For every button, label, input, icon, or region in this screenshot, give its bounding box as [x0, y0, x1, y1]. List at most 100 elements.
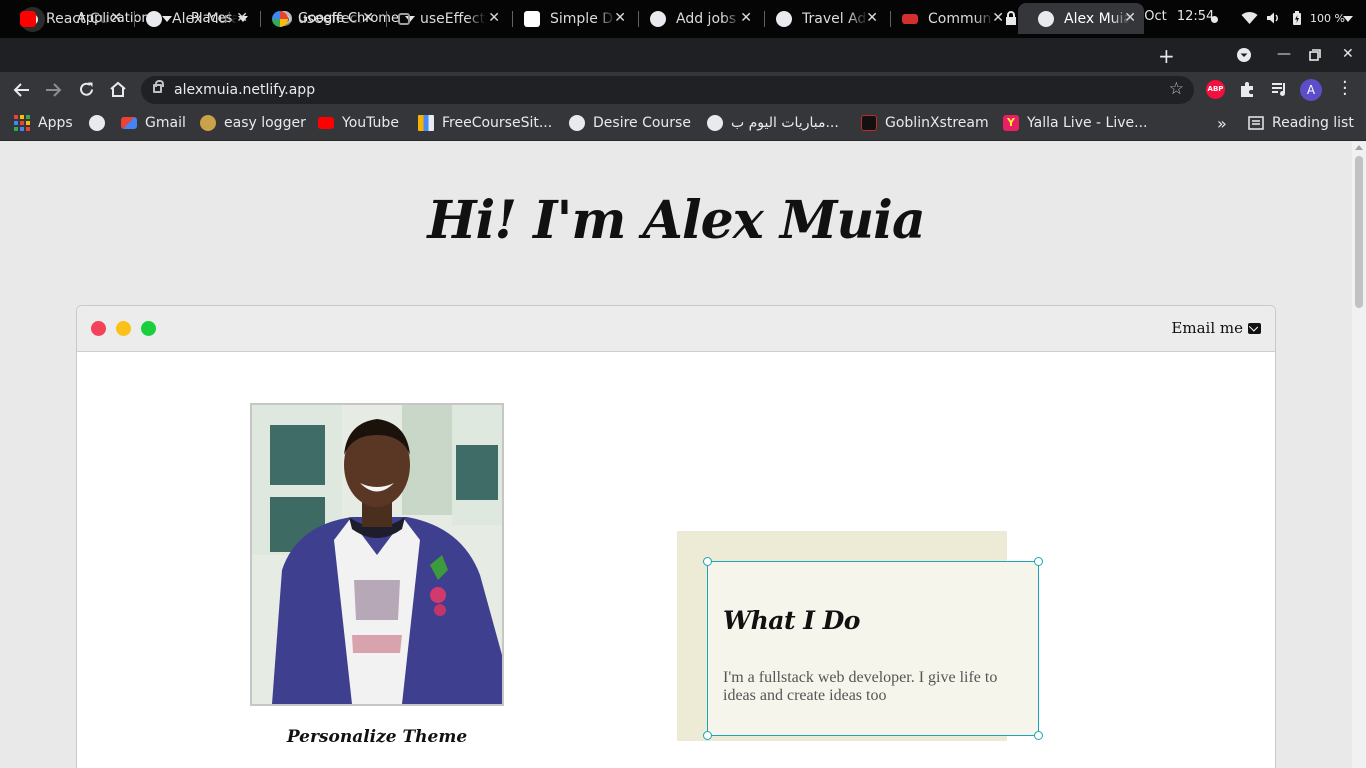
resize-handle-bottom-right[interactable]	[1034, 731, 1043, 740]
bookmark-easy-logger[interactable]: easy logger	[200, 114, 306, 132]
battery-icon[interactable]	[1292, 11, 1302, 25]
tab-simple-d[interactable]: Simple D ✕	[504, 3, 634, 34]
yellow-dot-icon	[116, 321, 131, 336]
globe-icon	[650, 10, 666, 27]
close-icon[interactable]: ✕	[1124, 10, 1136, 26]
more-bookmarks-button[interactable]: »	[1217, 114, 1227, 133]
scroll-up-arrow-icon[interactable]	[1355, 145, 1363, 150]
globe-icon	[1038, 10, 1054, 27]
personalize-theme-button[interactable]: Personalize Theme	[250, 727, 504, 747]
system-menu-chevron-icon[interactable]	[1343, 16, 1353, 22]
email-me-label: Email me	[1171, 319, 1243, 337]
envelope-icon	[1248, 322, 1261, 334]
tab-search-icon[interactable]	[1236, 47, 1252, 63]
card-text: I'm a fullstack web developer. I give li…	[723, 669, 998, 704]
logger-icon	[200, 115, 216, 131]
bookmark-youtube[interactable]: YouTube	[318, 114, 399, 132]
tab-alex-muia[interactable]: Alex Muia ✕	[126, 3, 256, 34]
lock-icon[interactable]	[153, 80, 164, 93]
battery-percent: 100 %	[1310, 12, 1345, 25]
bookmark-globe[interactable]	[89, 114, 113, 132]
tab-title: Alex Muia	[1064, 10, 1130, 27]
bookmark-goblinxstream[interactable]: GoblinXstream	[861, 114, 989, 132]
close-window-button[interactable]: ✕	[1342, 46, 1354, 62]
close-icon[interactable]: ✕	[866, 10, 878, 26]
profile-avatar[interactable]: A	[1300, 79, 1322, 101]
close-icon[interactable]: ✕	[236, 10, 248, 26]
home-button[interactable]	[109, 81, 127, 98]
back-button[interactable]	[13, 82, 30, 98]
bookmark-gmail[interactable]: Gmail	[121, 114, 186, 132]
bookmark-apps[interactable]: Apps	[14, 114, 73, 132]
close-icon[interactable]: ✕	[740, 10, 752, 26]
address-bar[interactable]: alexmuia.netlify.app ☆	[141, 76, 1194, 104]
reading-list-label: Reading list	[1272, 115, 1354, 131]
new-tab-button[interactable]: +	[1158, 44, 1175, 68]
close-icon[interactable]: ✕	[992, 10, 1004, 26]
what-i-do-card[interactable]: What I Do I'm a fullstack web developer.…	[703, 557, 1043, 740]
cube-icon	[398, 12, 410, 25]
close-icon[interactable]: ✕	[110, 10, 122, 26]
yalla-icon: Y	[1003, 115, 1019, 131]
tab-title: useeffect	[298, 10, 363, 27]
tab-title: Alex Muia	[172, 10, 238, 27]
tab-add-jobs[interactable]: Add jobs ✕	[630, 3, 760, 34]
bookmark-label: easy logger	[224, 115, 306, 131]
card-title: What I Do	[723, 606, 860, 635]
url-text[interactable]: alexmuia.netlify.app	[174, 82, 315, 98]
close-icon[interactable]: ✕	[614, 10, 626, 26]
adblock-icon[interactable]: ABP	[1206, 80, 1225, 99]
globe-icon	[146, 10, 162, 27]
time-label: 12:54	[1176, 9, 1215, 24]
scroll-thumb[interactable]	[1355, 156, 1363, 308]
reload-button[interactable]	[78, 81, 95, 98]
tab-commun[interactable]: Commun ✕	[882, 3, 1012, 34]
bookmark-label: GoblinXstream	[885, 115, 989, 131]
vertical-scrollbar[interactable]	[1352, 142, 1366, 768]
restore-button[interactable]	[1309, 49, 1321, 61]
media-queue-icon[interactable]	[1271, 82, 1288, 97]
globe-icon	[89, 115, 105, 131]
bookmark-yalla-live[interactable]: Y Yalla Live - Live...	[1003, 114, 1148, 132]
wifi-icon[interactable]	[1241, 11, 1258, 25]
forward-button[interactable]	[45, 82, 62, 98]
green-dot-icon	[141, 321, 156, 336]
extensions-puzzle-icon[interactable]	[1239, 81, 1256, 98]
resize-handle-top-right[interactable]	[1034, 557, 1043, 566]
resize-handle-top-left[interactable]	[703, 557, 712, 566]
email-me-link[interactable]: Email me	[1171, 319, 1261, 337]
resize-handle-bottom-left[interactable]	[703, 731, 712, 740]
gmail-icon	[121, 117, 137, 129]
window-header: Email me	[77, 306, 1275, 352]
tab-travel-ad[interactable]: Travel Ad ✕	[756, 3, 886, 34]
reading-list-button[interactable]: Reading list	[1248, 114, 1354, 132]
close-icon[interactable]: ✕	[488, 10, 500, 26]
medium-icon	[524, 10, 540, 27]
heart-icon	[902, 13, 918, 24]
tab-react-custom[interactable]: React Cus ✕	[0, 3, 130, 34]
bookmark-label: Desire Course	[593, 115, 691, 131]
tab-useeffect-search[interactable]: useeffect ✕	[252, 3, 382, 34]
globe-icon	[707, 115, 723, 131]
tab-title: React Cus	[46, 10, 112, 27]
goblin-icon	[861, 115, 877, 131]
minimize-button[interactable]: —	[1277, 46, 1291, 62]
tab-title: Commun	[928, 10, 992, 27]
kebab-menu-icon[interactable]: · · ·	[1342, 74, 1348, 104]
bookmark-desire-course[interactable]: Desire Course	[569, 114, 691, 132]
volume-icon[interactable]	[1266, 11, 1280, 25]
bookmark-arabic-matches[interactable]: مباريات اليوم ب...	[707, 114, 839, 132]
notification-dot-icon[interactable]	[1211, 16, 1218, 23]
bookmark-freecoursesite[interactable]: FreeCourseSit...	[418, 114, 552, 132]
tab-alex-muia-active[interactable]: Alex Muia ✕	[1018, 3, 1144, 34]
hero-title: Hi! I'm Alex Muia	[427, 190, 925, 251]
bookmark-label: Gmail	[145, 115, 186, 131]
course-icon	[418, 115, 434, 131]
close-icon[interactable]: ✕	[362, 10, 374, 26]
tab-useeffect-docs[interactable]: useEffect ✕	[378, 3, 508, 34]
globe-icon	[569, 115, 585, 131]
google-icon	[272, 10, 288, 27]
bookmark-star-icon[interactable]: ☆	[1169, 79, 1184, 99]
apps-grid-icon	[14, 115, 30, 131]
youtube-icon	[318, 117, 334, 129]
